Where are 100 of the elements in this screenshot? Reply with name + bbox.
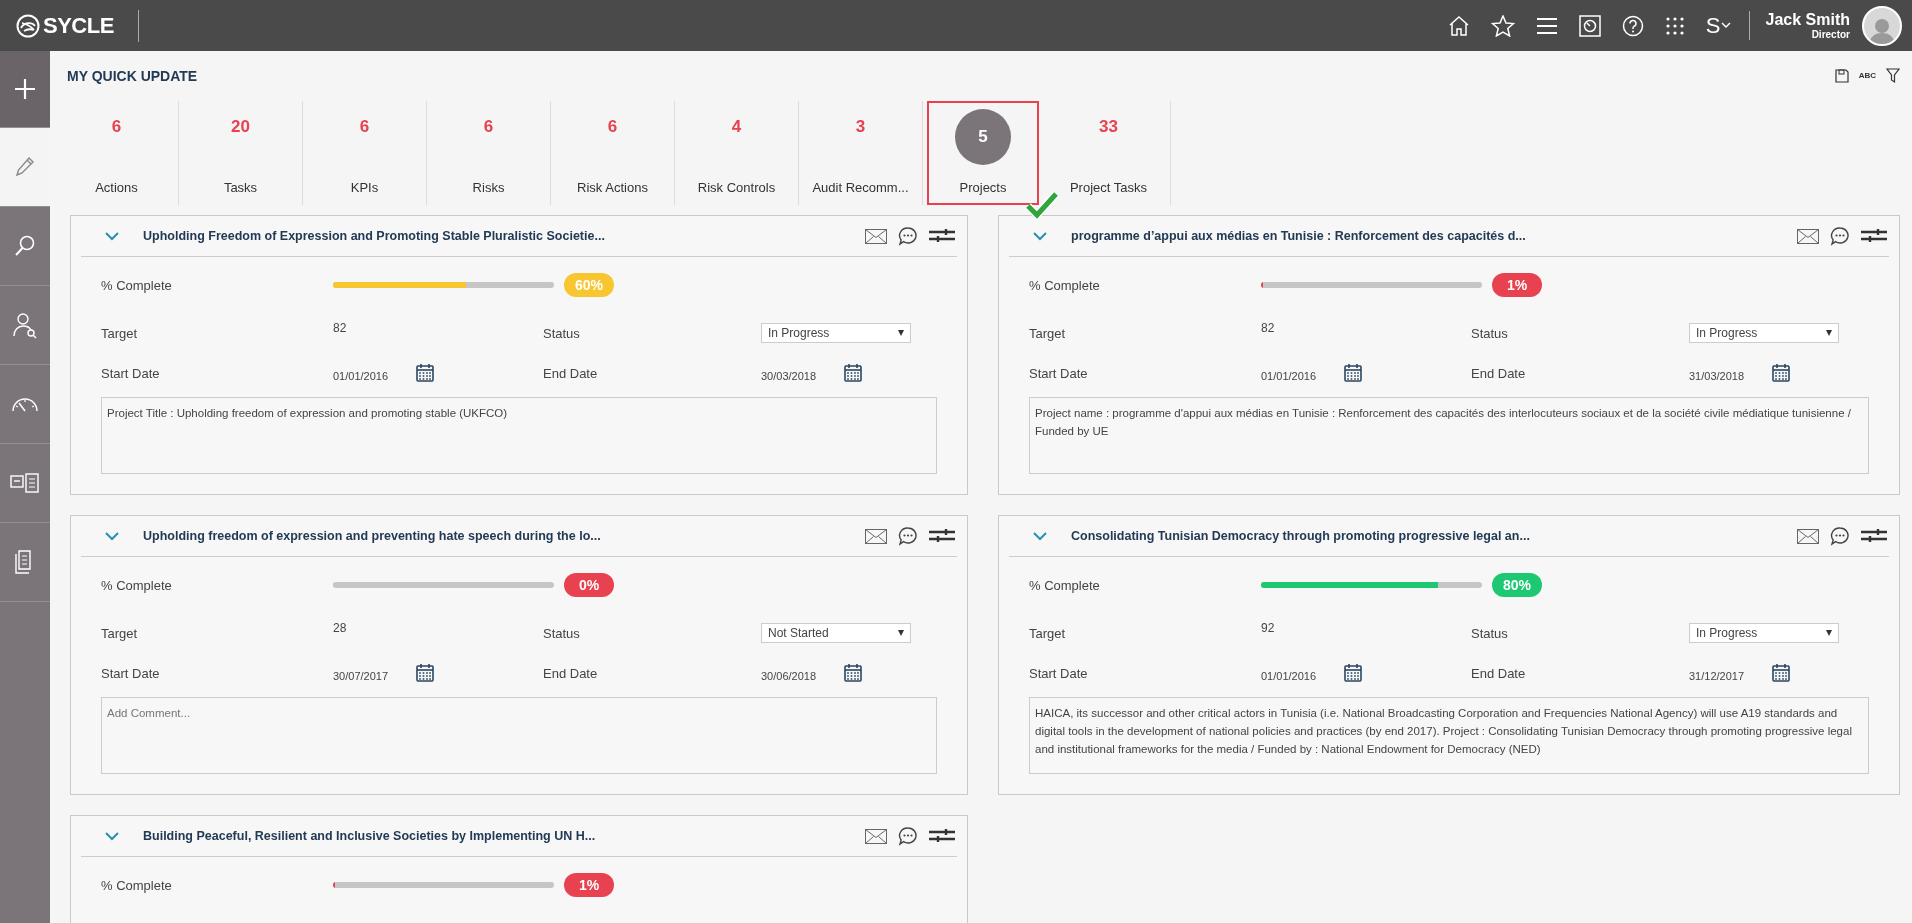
date-field[interactable]: 31/12/2017 — [1689, 664, 1769, 682]
card-title: programme d’appui aux médias en Tunisie : Renforcement des capacités d... — [1071, 229, 1526, 243]
calendar-icon[interactable] — [844, 664, 862, 682]
chevron-down-icon[interactable] — [105, 831, 119, 841]
card-title: Consolidating Tunisian Democracy through promoting progressive legal an... — [1071, 529, 1530, 543]
field-label: Start Date — [1029, 365, 1088, 381]
gauge-icon[interactable] — [1578, 14, 1601, 37]
summary-tab[interactable]: 5 Projects — [927, 101, 1039, 205]
caret-icon — [1720, 22, 1731, 29]
date-field[interactable]: 30/07/2017 — [333, 664, 413, 682]
calendar-icon[interactable] — [1344, 664, 1362, 682]
summary-tab[interactable]: 6 Risks — [427, 101, 551, 205]
envelope-icon[interactable] — [865, 528, 887, 544]
field-label: Start Date — [101, 665, 160, 681]
envelope-icon[interactable] — [1797, 528, 1819, 544]
envelope-icon[interactable] — [865, 828, 887, 844]
comment-icon[interactable] — [898, 826, 918, 846]
target-value: 82 — [1261, 320, 1275, 335]
field-label: Status — [543, 625, 580, 641]
save-icon[interactable] — [1834, 69, 1849, 83]
home-icon[interactable] — [1447, 14, 1470, 37]
sliders-icon[interactable] — [929, 228, 955, 244]
status-dropdown[interactable]: In Progress — [761, 323, 911, 343]
calendar-icon[interactable] — [416, 364, 434, 382]
date-field[interactable]: 01/01/2016 — [1261, 664, 1341, 682]
status-dropdown[interactable]: In Progress — [1689, 323, 1839, 343]
sliders-icon[interactable] — [1861, 528, 1887, 544]
star-icon[interactable] — [1490, 14, 1515, 37]
chevron-down-icon[interactable] — [105, 231, 119, 241]
sliders-icon[interactable] — [1861, 228, 1887, 244]
percent-badge: 1% — [1492, 273, 1542, 297]
field-label: Status — [1471, 625, 1508, 641]
field-label: % Complete — [1029, 277, 1100, 293]
calendar-icon[interactable] — [1772, 364, 1790, 382]
percent-badge: 1% — [564, 873, 614, 897]
apps-grid-icon[interactable] — [1664, 15, 1685, 36]
user-role: Director — [1811, 29, 1850, 40]
person-search-icon — [12, 311, 38, 339]
calendar-icon[interactable] — [1344, 364, 1362, 382]
card-title: Upholding Freedom of Expression and Promoting Stable Pluralistic Societie... — [143, 229, 605, 243]
date-field[interactable]: 30/06/2018 — [761, 664, 841, 682]
percent-badge: 60% — [564, 273, 614, 297]
search-icon — [14, 234, 36, 258]
field-label: % Complete — [1029, 577, 1100, 593]
field-label: End Date — [543, 665, 598, 681]
status-dropdown[interactable]: In Progress — [1689, 623, 1839, 643]
envelope-icon[interactable] — [865, 228, 887, 244]
summary-tab[interactable]: 6 KPIs — [303, 101, 427, 205]
envelope-icon[interactable] — [1797, 228, 1819, 244]
comment-field[interactable]: HAICA, its successor and other critical actors in Tunisia (i.e. National Broadcasting Corporation and Frequencies National Agency) will use A19 standards and digital tools in the development of national policies and practices (by end 2017). Project : Consolidating Tunisian Democracy through promoting progressive legal and institutional frameworks for the media / Funded by : National Endowment for Democracy (NED) — [1029, 697, 1869, 774]
card-title: Building Peaceful, Resilient and Inclusive Societies by Implementing UN H... — [143, 829, 596, 843]
field-label: Status — [1471, 325, 1508, 341]
comment-field[interactable]: Project name : programme d'appui aux médias en Tunisie : Renforcement des capacités des interlocuteurs sociaux et de la société civile médiatique tunisienne / Funded by UE — [1029, 397, 1869, 474]
target-value: 82 — [333, 320, 347, 335]
target-value: 92 — [1261, 620, 1275, 635]
sidebar-item[interactable] — [0, 128, 50, 207]
field-label: % Complete — [101, 577, 172, 593]
date-field[interactable]: 30/03/2018 — [761, 364, 841, 382]
menu-icon[interactable] — [1535, 16, 1558, 35]
user-name: Jack Smith — [1765, 11, 1850, 29]
chevron-down-icon[interactable] — [1033, 531, 1047, 541]
summary-tab[interactable]: 6 Risk Actions — [551, 101, 675, 205]
avatar[interactable] — [1862, 5, 1902, 46]
comment-icon[interactable] — [898, 526, 918, 546]
comment-field[interactable]: Project Title : Upholding freedom of expression and promoting stable (UKFCO) — [101, 397, 937, 474]
calendar-icon[interactable] — [1772, 664, 1790, 682]
comment-field[interactable]: Add Comment... — [101, 697, 937, 774]
field-label: Start Date — [1029, 665, 1088, 681]
comment-icon[interactable] — [1830, 526, 1850, 546]
page-title: MY QUICK UPDATE — [67, 68, 198, 84]
summary-tab[interactable]: 20 Tasks — [179, 101, 303, 205]
percent-badge: 0% — [564, 573, 614, 597]
sliders-icon[interactable] — [929, 828, 955, 844]
spellcheck-icon[interactable]: ABC — [1858, 72, 1876, 80]
card-title: Upholding freedom of expression and preventing hate speech during the lo... — [143, 529, 601, 543]
field-label: % Complete — [101, 877, 172, 893]
field-label: Target — [1029, 325, 1066, 341]
comment-icon[interactable] — [898, 226, 918, 246]
calendar-icon[interactable] — [416, 664, 434, 682]
sliders-icon[interactable] — [929, 528, 955, 544]
summary-tab[interactable]: 3 Audit Recomm... — [799, 101, 923, 205]
filter-icon[interactable] — [1886, 68, 1900, 84]
target-value: 28 — [333, 620, 347, 635]
layout-icon — [10, 473, 40, 493]
status-dropdown[interactable]: Not Started — [761, 623, 911, 643]
date-field[interactable]: 01/01/2016 — [333, 364, 413, 382]
date-field[interactable]: 01/01/2016 — [1261, 364, 1341, 382]
field-label: End Date — [1471, 365, 1526, 381]
date-field[interactable]: 31/03/2018 — [1689, 364, 1769, 382]
summary-tab[interactable]: 4 Risk Controls — [675, 101, 799, 205]
comment-icon[interactable] — [1830, 226, 1850, 246]
calendar-icon[interactable] — [844, 364, 862, 382]
switch-menu[interactable]: S — [1705, 12, 1731, 39]
chevron-down-icon[interactable] — [105, 531, 119, 541]
help-icon[interactable] — [1621, 14, 1644, 37]
chevron-down-icon[interactable] — [1033, 231, 1047, 241]
field-label: End Date — [543, 365, 598, 381]
summary-tab[interactable]: 33 Project Tasks — [1047, 101, 1171, 205]
summary-tab[interactable]: 6 Actions — [55, 101, 179, 205]
gauge-icon — [11, 395, 39, 413]
